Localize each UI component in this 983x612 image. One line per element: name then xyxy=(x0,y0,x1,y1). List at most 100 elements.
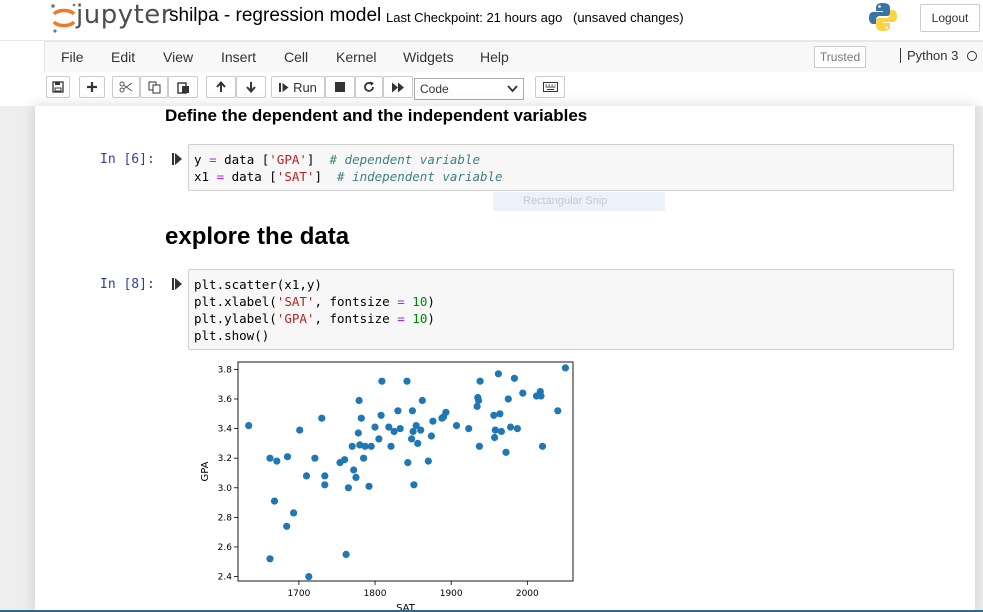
scatter-point xyxy=(341,456,349,464)
move-down-button[interactable] xyxy=(236,76,266,98)
x-tick-label: 2000 xyxy=(516,589,539,599)
menu-widgets[interactable]: Widgets xyxy=(403,49,454,65)
copy-button[interactable] xyxy=(140,76,168,98)
scatter-point xyxy=(418,396,426,405)
ghost-tooltip: Rectangular Snip xyxy=(493,192,665,211)
scatter-point xyxy=(387,442,395,450)
code-cell-scatter-plot[interactable]: plt.scatter(x1,y) plt.xlabel('SAT', font… xyxy=(188,269,954,350)
scatter-point xyxy=(344,484,352,492)
menu-view[interactable]: View xyxy=(163,49,193,65)
y-tick-label: 2.4 xyxy=(218,573,233,583)
y-tick-label: 3.0 xyxy=(218,484,233,494)
scatter-point xyxy=(360,454,368,462)
scatter-point xyxy=(507,423,515,431)
scatter-point xyxy=(377,411,385,419)
scatter-point xyxy=(537,392,545,400)
scatter-point xyxy=(504,395,512,403)
menu-cell[interactable]: Cell xyxy=(284,49,308,65)
y-tick-label: 3.4 xyxy=(218,425,233,435)
menubar-container: File Edit View Insert Cell Kernel Widget… xyxy=(44,41,983,73)
run-cell-icon[interactable] xyxy=(172,278,182,290)
arrow-down-icon xyxy=(246,82,256,93)
y-tick-label: 3.2 xyxy=(218,454,232,464)
restart-kernel-button[interactable] xyxy=(355,76,383,98)
scatter-point xyxy=(318,414,326,422)
trusted-indicator[interactable]: Trusted xyxy=(814,46,866,68)
scatter-point xyxy=(417,426,425,434)
menu-kernel[interactable]: Kernel xyxy=(336,49,376,65)
scatter-point xyxy=(283,522,291,530)
arrow-up-icon xyxy=(216,81,226,92)
scatter-point xyxy=(355,396,363,405)
stop-icon xyxy=(335,82,345,92)
code-cell-define-variables[interactable]: y = data ['GPA'] # dependent variable x1… xyxy=(188,144,954,191)
menu-file[interactable]: File xyxy=(61,49,84,65)
x-tick-label: 1800 xyxy=(364,589,387,599)
code-line: plt.xlabel('SAT', fontsize = 10) xyxy=(194,294,435,309)
scatter-point xyxy=(502,448,510,456)
scatter-point xyxy=(321,472,329,480)
kernel-idle-icon xyxy=(967,51,977,61)
scatter-point xyxy=(496,410,504,418)
cut-button[interactable] xyxy=(112,76,140,98)
scatter-point xyxy=(352,473,360,481)
scatter-point xyxy=(403,377,411,385)
menubar: File Edit View Insert Cell Kernel Widget… xyxy=(0,40,983,73)
header: jupyter shilpa - regression model Last C… xyxy=(0,0,983,40)
scatter-point xyxy=(404,459,412,467)
scatter-point xyxy=(266,555,274,563)
markdown-heading-variables[interactable]: Define the dependent and the independent… xyxy=(165,106,587,126)
move-up-button[interactable] xyxy=(206,76,236,98)
scatter-point xyxy=(270,497,279,505)
jupyter-logo-text[interactable]: jupyter xyxy=(76,0,172,30)
scatter-point xyxy=(290,509,298,517)
markdown-heading-explore[interactable]: explore the data xyxy=(165,223,349,251)
notebook-title[interactable]: shilpa - regression model xyxy=(169,5,381,27)
step-forward-icon xyxy=(279,82,289,92)
cell-type-select[interactable]: Code xyxy=(414,78,524,100)
scatter-point xyxy=(354,429,362,437)
scissors-icon xyxy=(119,81,133,93)
scatter-point xyxy=(408,435,416,443)
code-line: y = data ['GPA'] # dependent variable xyxy=(194,152,481,167)
scatter-point xyxy=(305,573,313,581)
scatter-point xyxy=(414,439,422,447)
cell-prompt: In [6]: xyxy=(100,152,155,167)
floppy-icon xyxy=(52,81,64,93)
scatter-point xyxy=(497,427,505,436)
scatter-point xyxy=(490,411,498,419)
menu-edit[interactable]: Edit xyxy=(111,49,135,65)
insert-cell-button[interactable] xyxy=(79,76,105,98)
scatter-point xyxy=(365,482,373,490)
scatter-point xyxy=(538,442,547,450)
save-button[interactable] xyxy=(46,76,70,98)
menu-help[interactable]: Help xyxy=(480,49,509,65)
interrupt-kernel-button[interactable] xyxy=(325,76,355,98)
menu-insert[interactable]: Insert xyxy=(221,49,256,65)
code-line: plt.show() xyxy=(194,328,270,343)
scatter-point xyxy=(273,457,281,465)
command-palette-button[interactable] xyxy=(535,76,565,98)
scatter-point xyxy=(442,408,450,416)
scatter-point xyxy=(452,422,461,430)
scatter-point xyxy=(283,453,292,461)
restart-run-all-button[interactable] xyxy=(383,76,413,98)
scatter-point xyxy=(302,472,311,480)
scatter-point xyxy=(519,389,527,397)
scatter-point xyxy=(245,422,253,430)
scatter-plot-output: 1700 1800 1900 2000 2.4 2.6 2.8 3.0 3.2 3.4 3.6 3.8… xyxy=(200,361,574,612)
x-tick-label: 1700 xyxy=(287,589,310,599)
run-cell-icon[interactable] xyxy=(172,153,182,165)
toolbar: Run Code xyxy=(0,72,983,106)
scatter-point xyxy=(342,550,350,558)
y-tick-label: 2.8 xyxy=(218,513,233,523)
y-axis-label: GPA xyxy=(200,461,211,481)
scatter-point xyxy=(424,457,432,465)
scatter-point xyxy=(378,377,386,385)
logout-button[interactable]: Logout xyxy=(920,4,980,32)
code-line: x1 = data ['SAT'] # independent variable xyxy=(194,169,503,184)
paste-icon xyxy=(176,81,189,94)
run-button[interactable]: Run xyxy=(271,76,325,98)
paste-button[interactable] xyxy=(168,76,198,98)
keyboard-icon xyxy=(542,82,558,92)
